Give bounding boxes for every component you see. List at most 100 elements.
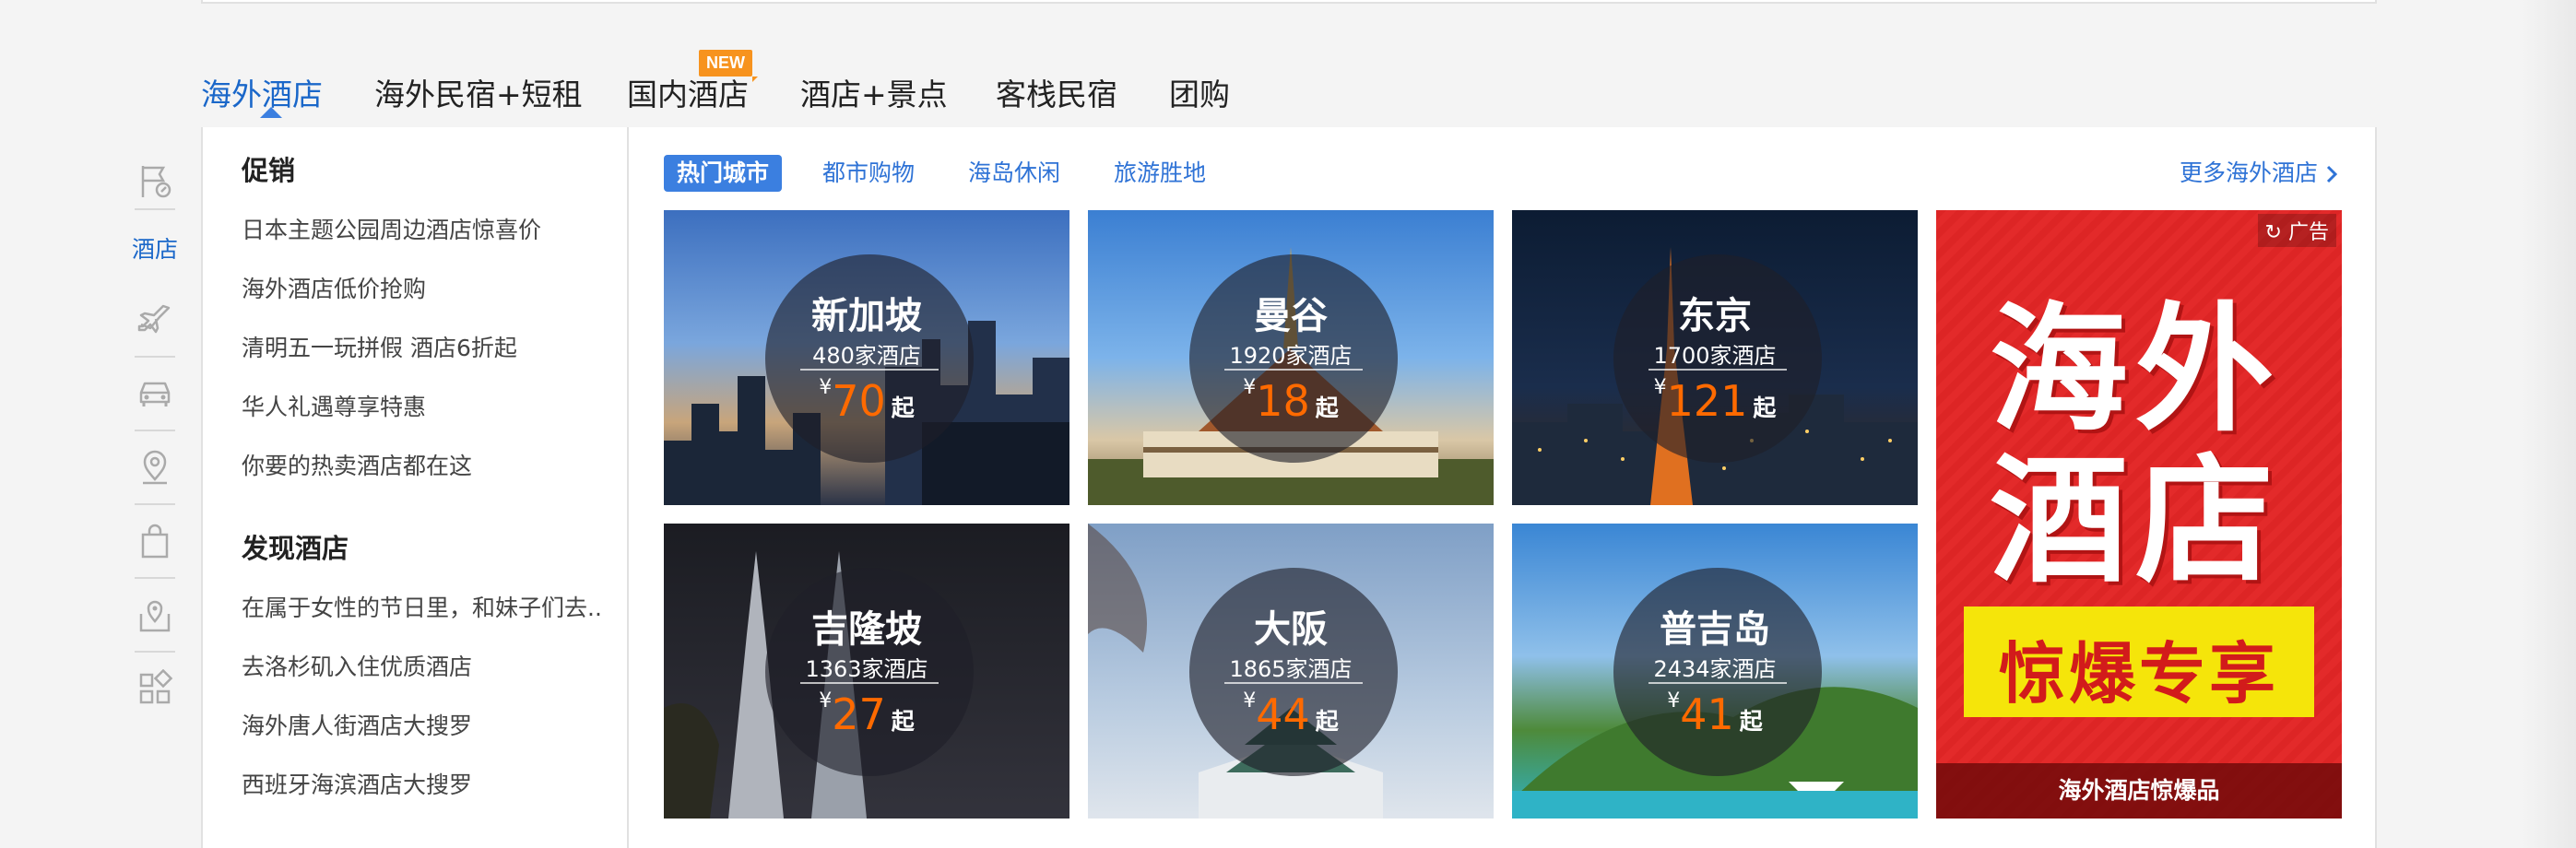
promo-link[interactable]: 日本主题公园周边酒店惊喜价 xyxy=(242,212,541,245)
city-name: 大阪 xyxy=(1254,608,1328,651)
ad-tag-label: 广告 xyxy=(2287,221,2329,244)
price-value: 27 xyxy=(832,689,886,739)
city-card-kuala-lumpur[interactable]: 吉隆坡 1363家酒店 ¥27 起 xyxy=(664,524,1069,819)
currency-symbol: ¥ xyxy=(1243,376,1257,399)
rail-item-flag[interactable] xyxy=(129,146,181,218)
price-value: 44 xyxy=(1256,689,1310,739)
tab-domestic-hotel[interactable]: 国内酒店 xyxy=(627,70,749,114)
city-name: 新加坡 xyxy=(811,295,922,337)
rail-item-shopping[interactable] xyxy=(129,505,181,577)
city-price: ¥70 起 xyxy=(664,376,1069,426)
city-card-bangkok[interactable]: 曼谷 1920家酒店 ¥18 起 xyxy=(1088,210,1494,505)
promo-link[interactable]: 你要的热卖酒店都在这 xyxy=(242,448,472,481)
promo-link[interactable]: 华人礼遇尊享特惠 xyxy=(242,389,426,422)
city-name: 东京 xyxy=(1678,295,1752,337)
currency-symbol: ¥ xyxy=(1667,689,1681,713)
subtab-island[interactable]: 海岛休闲 xyxy=(968,155,1060,192)
tab-label: 国内酒店 xyxy=(627,77,749,112)
rail-item-flight[interactable] xyxy=(129,286,181,358)
right-edge-shadow xyxy=(2521,0,2576,848)
price-suffix: 起 xyxy=(1315,395,1339,421)
hotel-count: 1865家酒店 xyxy=(1229,656,1353,682)
currency-symbol: ¥ xyxy=(819,376,833,399)
top-box-edge xyxy=(201,0,2377,4)
divider-line xyxy=(1648,682,1787,684)
hotel-count: 480家酒店 xyxy=(812,343,921,369)
main-tabs: 海外酒店 海外民宿+短租 NEW 国内酒店 酒店+景点 客栈民宿 团购 xyxy=(201,50,2375,131)
tab-inn[interactable]: 客栈民宿 xyxy=(996,70,1117,114)
rail-item-hotel[interactable]: 酒店 xyxy=(129,212,181,284)
city-card-singapore[interactable]: 新加坡 480家酒店 ¥70 起 xyxy=(664,210,1069,505)
tab-label: 客栈民宿 xyxy=(996,77,1117,112)
city-price: ¥18 起 xyxy=(1088,376,1494,426)
tab-overseas-homestay[interactable]: 海外民宿+短租 NEW xyxy=(374,50,758,114)
rail-hotel-label: 酒店 xyxy=(131,236,178,263)
tab-overseas-hotel[interactable]: 海外酒店 xyxy=(201,70,323,118)
price-suffix: 起 xyxy=(1315,708,1339,735)
rail-item-more[interactable] xyxy=(129,653,181,724)
hotel-count: 2434家酒店 xyxy=(1653,656,1777,682)
divider-line xyxy=(1648,369,1787,371)
discover-link[interactable]: 海外唐人街酒店大搜罗 xyxy=(242,708,472,741)
divider-line xyxy=(800,369,939,371)
ad-tag: ↻ 广告 xyxy=(2257,214,2336,247)
discover-link[interactable]: 在属于女性的节日里，和妹子们去.. xyxy=(242,590,602,623)
promo-sidebar: 促销 日本主题公园周边酒店惊喜价 海外酒店低价抢购 清明五一玩拼假 酒店6折起 … xyxy=(203,127,629,848)
hotel-count: 1920家酒店 xyxy=(1229,343,1353,369)
city-price: ¥41 起 xyxy=(1512,689,1918,739)
city-name: 吉隆坡 xyxy=(811,608,922,651)
ad-footer: 海外酒店惊爆品 xyxy=(1936,763,2342,819)
tab-group-buy[interactable]: 团购 xyxy=(1169,70,1230,114)
hotel-count: 1363家酒店 xyxy=(805,656,928,682)
subtab-hot-cities[interactable]: 热门城市 xyxy=(664,155,783,192)
refresh-icon: ↻ xyxy=(2264,221,2282,244)
shopping-bag-icon xyxy=(141,524,169,559)
rail-item-car[interactable] xyxy=(129,358,181,430)
more-overseas-hotels-link[interactable]: 更多海外酒店 xyxy=(2180,155,2338,188)
city-card-tokyo[interactable]: 东京 1700家酒店 ¥121 起 xyxy=(1512,210,1918,505)
rail-item-map[interactable] xyxy=(129,579,181,651)
rail-item-location[interactable] xyxy=(129,431,181,503)
discover-title: 发现酒店 xyxy=(242,533,349,564)
promo-link[interactable]: 清明五一玩拼假 酒店6折起 xyxy=(242,330,517,363)
price-suffix: 起 xyxy=(1739,708,1763,735)
hotel-panel: 促销 日本主题公园周边酒店惊喜价 海外酒店低价抢购 清明五一玩拼假 酒店6折起 … xyxy=(201,127,2377,848)
city-name: 普吉岛 xyxy=(1660,608,1770,651)
rail-divider xyxy=(135,208,175,210)
active-tab-caret xyxy=(260,107,282,118)
plane-icon xyxy=(137,304,171,334)
map-pin-icon xyxy=(139,600,171,632)
promo-link[interactable]: 海外酒店低价抢购 xyxy=(242,271,426,304)
divider-line xyxy=(1224,682,1363,684)
location-pin-icon xyxy=(143,450,167,485)
city-name: 曼谷 xyxy=(1254,295,1328,337)
hotel-count: 1700家酒店 xyxy=(1653,343,1777,369)
price-suffix: 起 xyxy=(891,395,915,421)
tab-label: 海外民宿+短租 xyxy=(374,77,583,112)
ad-banner-text: 惊爆专享 xyxy=(1998,635,2279,713)
price-suffix: 起 xyxy=(891,708,915,735)
car-icon xyxy=(139,382,171,406)
city-card-phuket[interactable]: 普吉岛 2434家酒店 ¥41 起 xyxy=(1512,524,1918,819)
subtab-shopping[interactable]: 都市购物 xyxy=(822,155,915,192)
price-suffix: 起 xyxy=(1753,395,1777,421)
tab-hotel-attraction[interactable]: 酒店+景点 xyxy=(800,70,948,114)
discover-link[interactable]: 去洛杉矶入住优质酒店 xyxy=(242,649,472,682)
discover-link[interactable]: 西班牙海滨酒店大搜罗 xyxy=(242,767,472,800)
overseas-hotel-ad[interactable]: ↻ 广告 海外 酒店 惊爆专享 海外酒店惊爆品 xyxy=(1936,210,2342,819)
subtab-resort[interactable]: 旅游胜地 xyxy=(1114,155,1206,192)
city-price: ¥44 起 xyxy=(1088,689,1494,739)
ad-headline-line1: 海外 xyxy=(1990,290,2282,451)
currency-symbol: ¥ xyxy=(1653,376,1667,399)
price-value: 121 xyxy=(1666,376,1748,426)
currency-symbol: ¥ xyxy=(819,689,833,713)
promo-title: 促销 xyxy=(242,155,296,186)
tab-label: 酒店+景点 xyxy=(800,77,948,112)
city-price: ¥27 起 xyxy=(664,689,1069,739)
chevron-right-icon xyxy=(2326,165,2338,183)
price-value: 70 xyxy=(832,376,886,426)
divider-line xyxy=(800,682,939,684)
ad-banner: 惊爆专享 xyxy=(1964,607,2314,717)
more-link-label: 更多海外酒店 xyxy=(2180,159,2319,186)
city-card-osaka[interactable]: 大阪 1865家酒店 ¥44 起 xyxy=(1088,524,1494,819)
